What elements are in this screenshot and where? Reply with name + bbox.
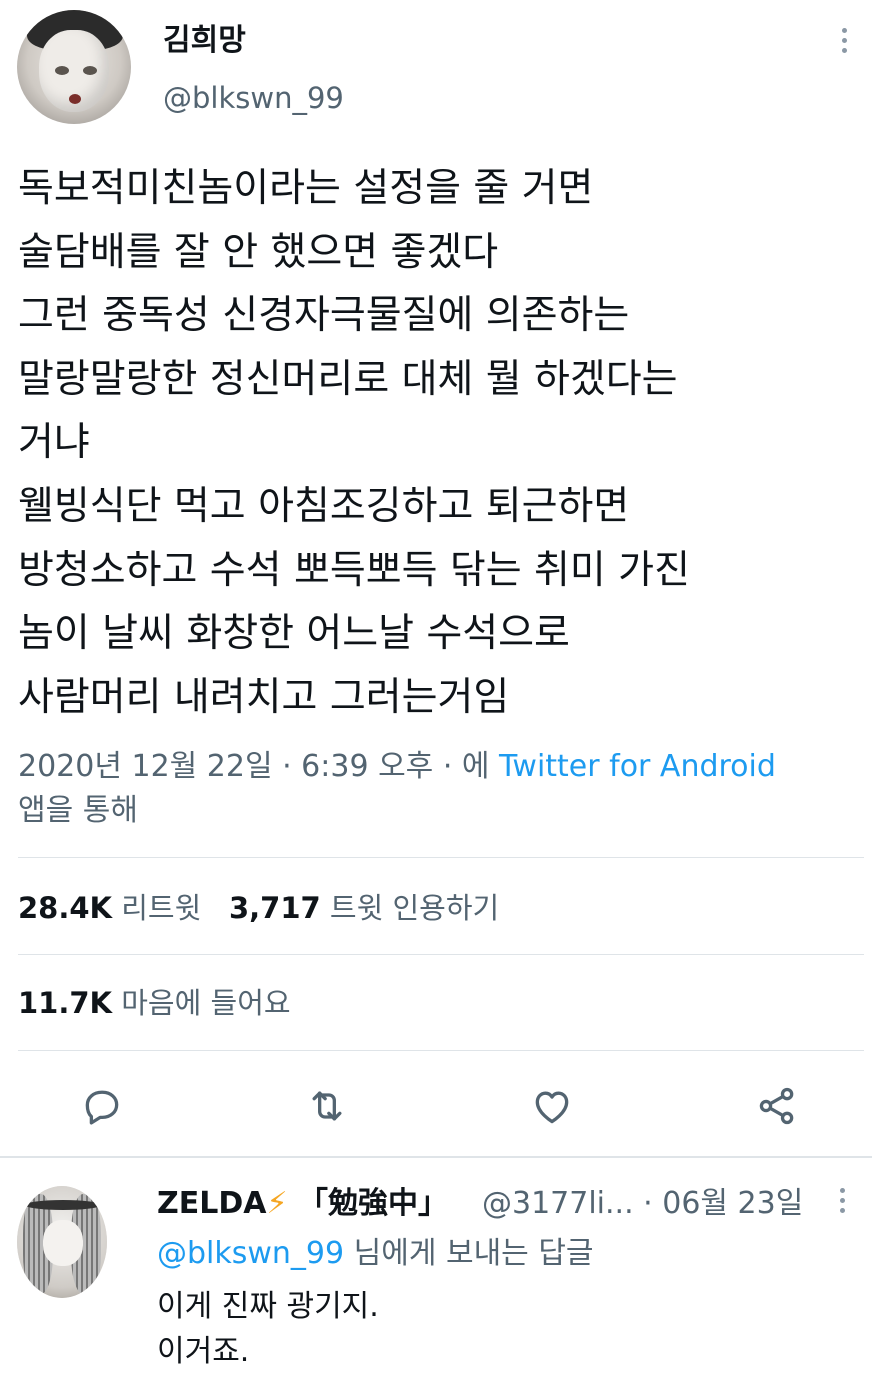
- lightning-icon: ⚡: [266, 1186, 288, 1221]
- likes-count[interactable]: 11.7K: [18, 986, 112, 1020]
- retweets-count[interactable]: 28.4K: [18, 891, 112, 925]
- tweet-line: 거냐: [18, 420, 90, 466]
- reply-tweet[interactable]: ZELDA⚡ 「勉強中」 @3177li... · 06월 23일 @blksw…: [0, 1158, 872, 1378]
- reply-name-suffix: 「勉強中」: [298, 1186, 449, 1221]
- share-icon[interactable]: [755, 1084, 799, 1128]
- tweet-line: 술담배를 잘 안 했으면 좋겠다: [18, 229, 499, 275]
- divider: [18, 1050, 864, 1051]
- reply-handle-date[interactable]: @3177li... · 06월 23일: [482, 1184, 803, 1224]
- reply-icon[interactable]: [80, 1084, 124, 1128]
- like-stats: 11.7K 마음에 들어요: [18, 985, 291, 1021]
- likes-label[interactable]: 마음에 들어요: [121, 986, 290, 1020]
- tweet-timestamp[interactable]: 2020년 12월 22일 · 6:39 오후 · 에: [18, 749, 490, 784]
- action-bar: [0, 1078, 872, 1134]
- retweet-icon[interactable]: [305, 1084, 349, 1128]
- tweet-line: 독보적미친놈이라는 설정을 줄 거면: [18, 166, 594, 211]
- tweet-line: 방청소하고 수석 뽀득뽀득 닦는 취미 가진: [18, 547, 690, 593]
- replying-suffix: 님에게 보내는 답글: [344, 1236, 594, 1271]
- like-icon[interactable]: [530, 1084, 574, 1128]
- quotes-label[interactable]: 트윗 인용하기: [330, 891, 499, 925]
- tweet-source-link[interactable]: Twitter for Android: [499, 749, 776, 784]
- tweet-source-suffix: 앱을 통해: [18, 793, 138, 828]
- author-display-name[interactable]: 김희망: [163, 22, 246, 60]
- more-options-icon[interactable]: [834, 28, 854, 58]
- reply-display-name[interactable]: ZELDA⚡ 「勉強中」: [157, 1184, 448, 1224]
- tweet-line: 놈이 날씨 화창한 어느날 수석으로: [18, 611, 570, 657]
- avatar-mouth: [69, 94, 81, 104]
- divider: [18, 954, 864, 955]
- author-handle[interactable]: @blkswn_99: [163, 80, 344, 116]
- retweets-label[interactable]: 리트윗: [121, 891, 201, 925]
- tweet-line: 말랑말랑한 정신머리로 대체 뭘 하겠다는: [18, 356, 678, 402]
- tweet-meta: 2020년 12월 22일 · 6:39 오후 · 에 Twitter for …: [18, 745, 858, 833]
- divider: [18, 857, 864, 858]
- reply-line: 이게 진짜 광기지.: [157, 1289, 379, 1324]
- reply-text: 이게 진짜 광기지. 이거죠.: [157, 1284, 379, 1374]
- avatar-eye-right: [83, 66, 97, 75]
- quotes-count[interactable]: 3,717: [229, 891, 321, 925]
- tweet-text: 독보적미친놈이라는 설정을 줄 거면 술담배를 잘 안 했으면 좋겠다 그런 중…: [18, 157, 858, 729]
- author-avatar[interactable]: [17, 10, 131, 124]
- replying-to: @blkswn_99 님에게 보내는 답글: [157, 1234, 594, 1274]
- avatar-eye-left: [55, 66, 69, 75]
- tweet-header: 김희망 @blkswn_99: [0, 0, 872, 140]
- tweet-line: 사람머리 내려치고 그러는거임: [18, 674, 510, 720]
- replying-mention[interactable]: @blkswn_99: [157, 1236, 344, 1271]
- reply-line: 이거죠.: [157, 1334, 250, 1369]
- tweet-line: 웰빙식단 먹고 아침조깅하고 퇴근하면: [18, 483, 630, 529]
- tweet-line: 그런 중독성 신경자극물질에 의존하는: [18, 293, 630, 339]
- reply-name-text: ZELDA: [157, 1186, 267, 1221]
- retweet-stats: 28.4K 리트윗 3,717 트윗 인용하기: [18, 890, 499, 926]
- more-options-icon[interactable]: [832, 1188, 852, 1218]
- reply-avatar[interactable]: [17, 1186, 107, 1298]
